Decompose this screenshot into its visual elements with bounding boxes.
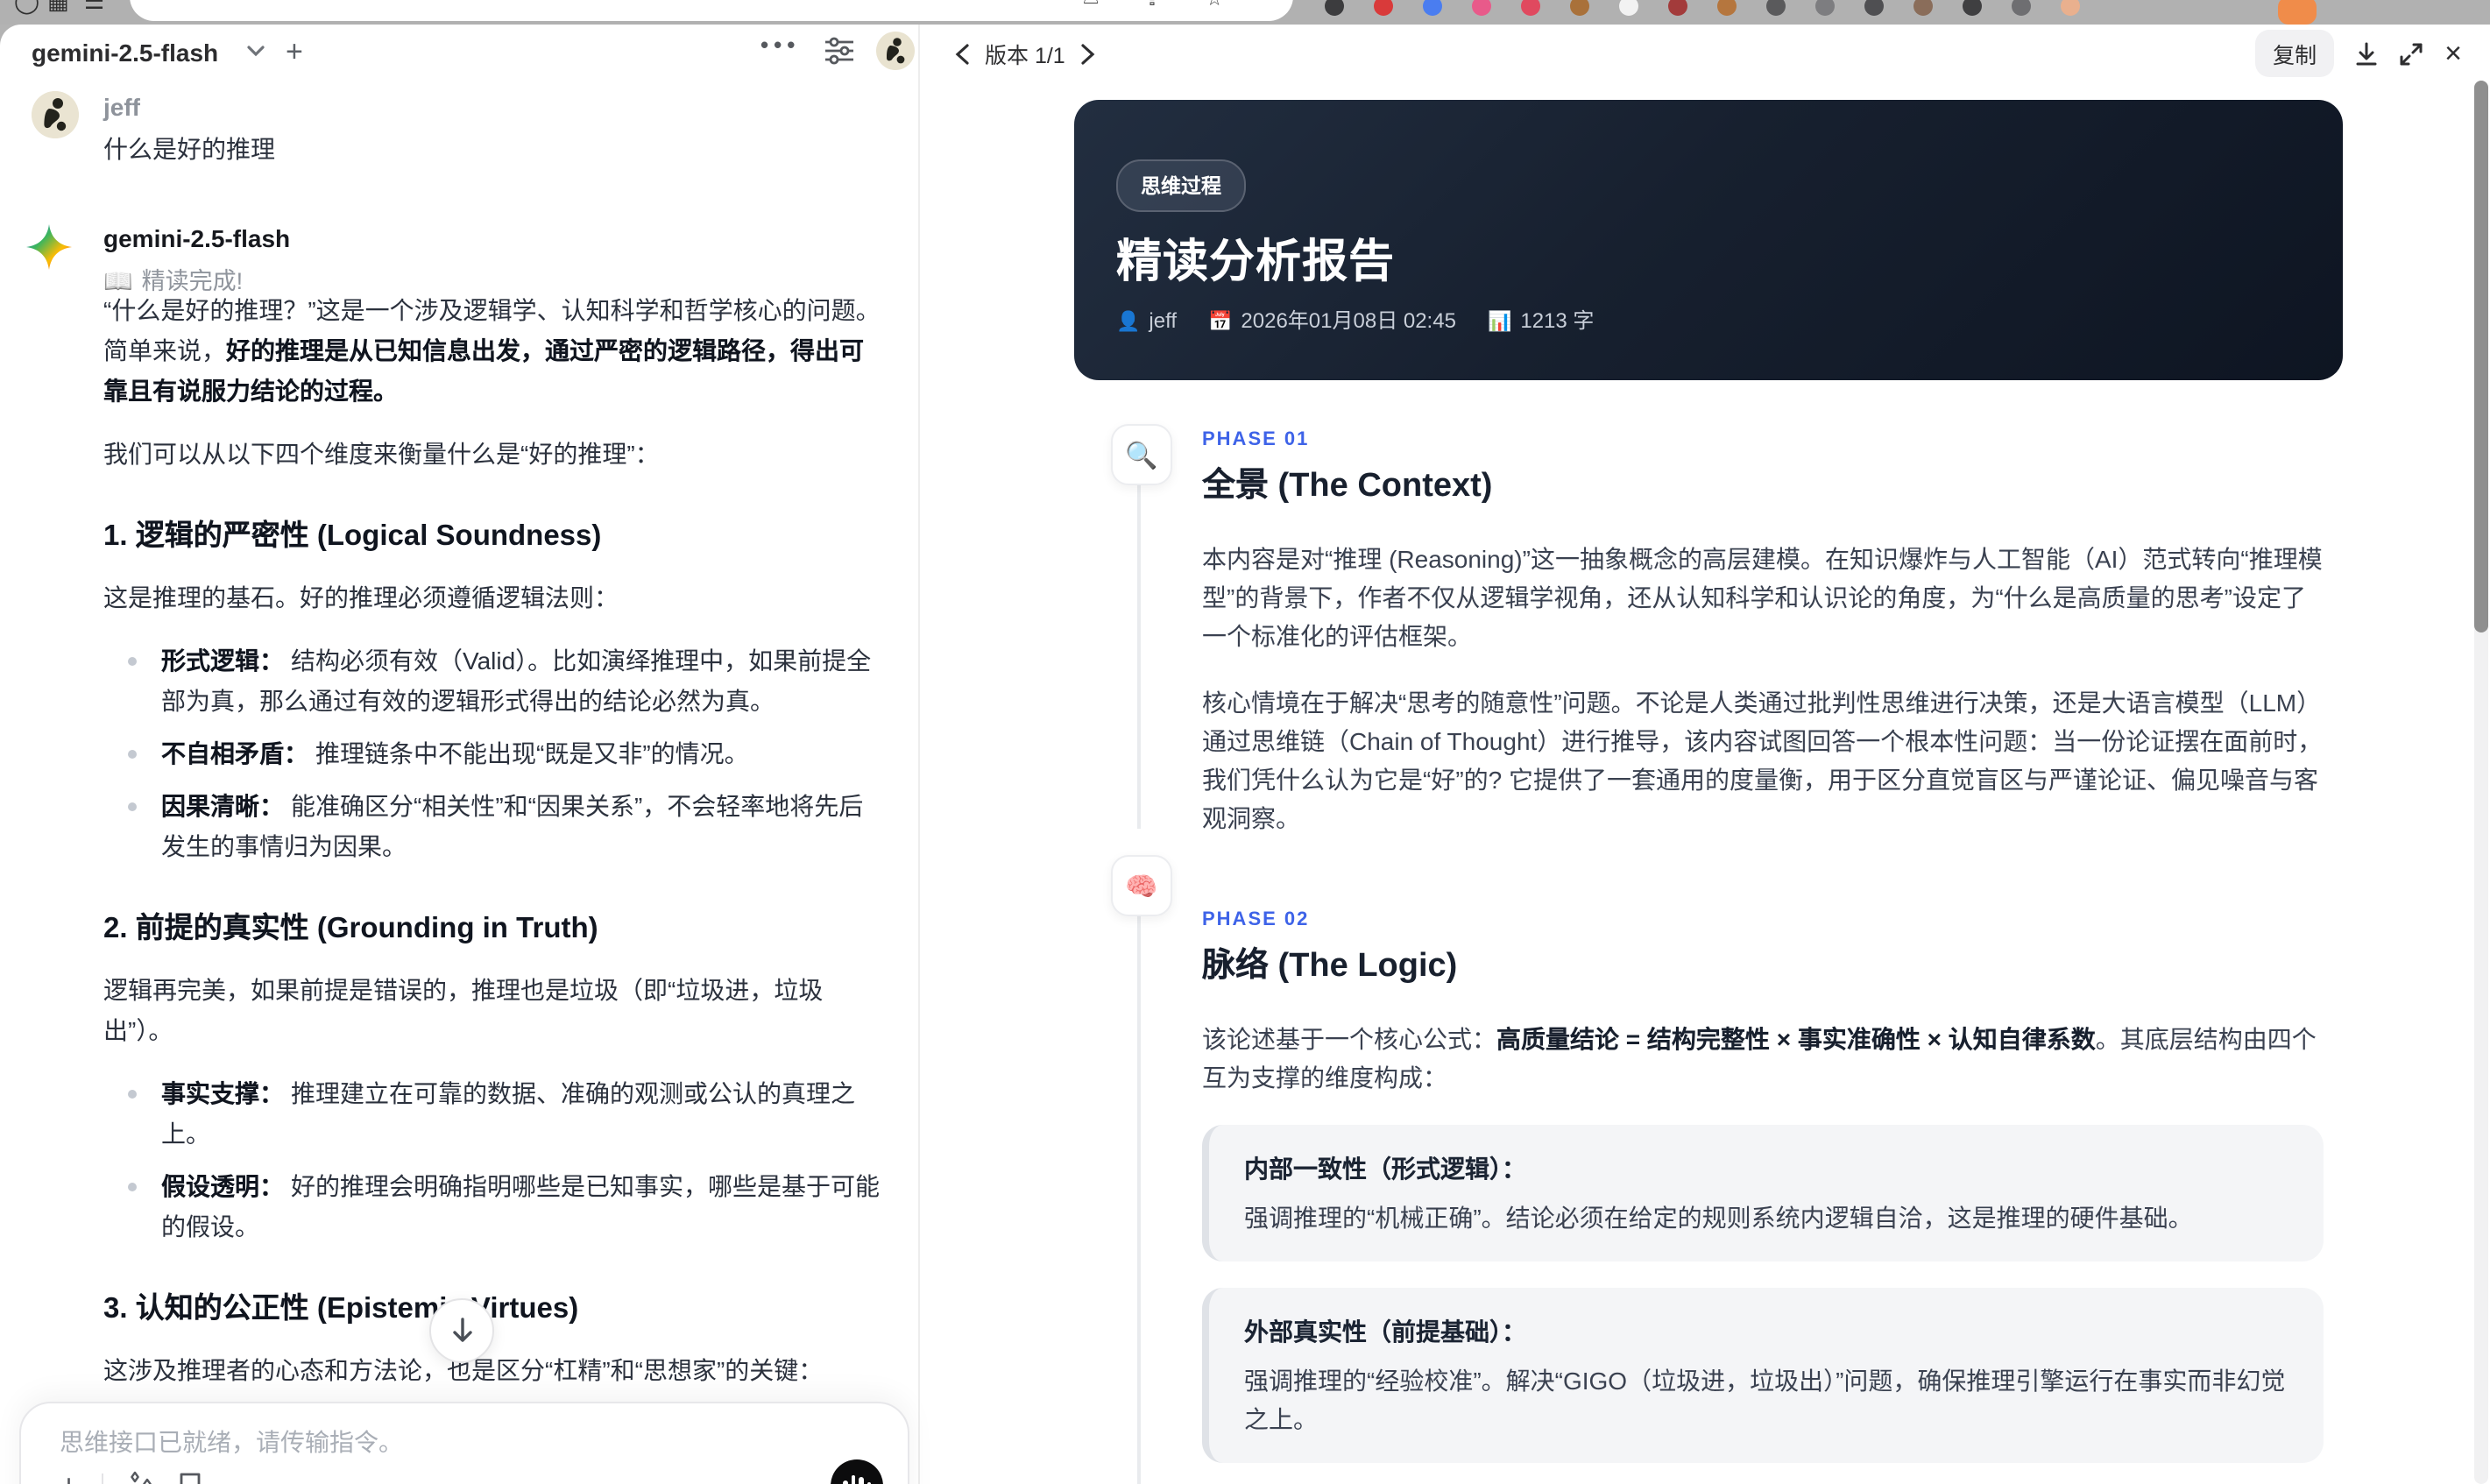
attach-plus-button[interactable]: +	[60, 1469, 78, 1484]
phase-2-formula: 该论述基于一个核心公式：高质量结论 = 结构完整性 × 事实准确性 × 认知自律…	[1202, 1025, 2317, 1092]
report-hero-card: 思维过程 精读分析报告 👤 jeff 📅 2026年01月08日 02:45 📊 12…	[1074, 100, 2343, 380]
model-selector[interactable]: gemini-2.5-flash	[32, 39, 218, 67]
voice-input-button[interactable]	[831, 1459, 883, 1484]
address-bar[interactable]: ⌓ ⇪ ☆	[130, 0, 1293, 21]
list-item: 因果清晰： 能准确区分“相关性”和“因果关系”，不会轻率地将先后发生的事情归为因果…	[103, 787, 887, 867]
phase-2-header: PHASE 02 脉络 (The Logic)	[1202, 901, 2324, 986]
section-title-3: 3. 认知的公正性 (Epistemic Virtues)	[103, 1293, 579, 1325]
phase-1-paragraph: 本内容是对“推理 (Reasoning)”这一抽象概念的高层建模。在知识爆炸与人…	[1202, 545, 2323, 650]
wordcount-icon: 📊	[1487, 312, 1512, 333]
list-item: 假设透明： 好的推理会明确指明哪些是已知事实，哪些是基于可能的假设。	[103, 1167, 887, 1247]
browser-extension-icon[interactable]	[1374, 0, 1393, 16]
chevron-left-icon[interactable]	[955, 43, 969, 64]
browser-extension-icon[interactable]	[1668, 0, 1687, 16]
phase-1-paragraph: 核心情境在于解决“思考的随意性”问题。不论是人类通过批判性思维进行决策，还是大语…	[1202, 689, 2323, 832]
list-item: 事实支撑： 推理建立在可靠的数据、准确的观测或公认的真理之上。	[103, 1074, 887, 1155]
author-icon: 👤	[1116, 311, 1141, 332]
assistant-message-body: “什么是好的推理？”这是一个涉及逻辑学、认知科学和哲学核心的问题。简单来说，好的…	[103, 291, 887, 1484]
scrollbar-thumb[interactable]	[2474, 81, 2488, 632]
intro-paragraph: “什么是好的推理？”这是一个涉及逻辑学、认知科学和哲学核心的问题。简单来说，好的…	[103, 296, 881, 405]
more-options-icon[interactable]: •••	[760, 32, 800, 58]
browser-tabgrid-icon[interactable]: ▦	[47, 0, 69, 16]
thinking-process-badge: 思维过程	[1116, 159, 1246, 212]
browser-extension-icon[interactable]	[1423, 0, 1442, 16]
section-lead-3: 这涉及推理者的心态和方法论，也是区分“杠精”和“思想家”的关键：	[103, 1356, 824, 1384]
user-avatar	[32, 91, 79, 138]
dimension-card: 外部真实性（前提基础）： 强调推理的“经验校准”。解决“GIGO（垃圾进，垃圾出…	[1202, 1288, 2324, 1463]
browser-menu-icon[interactable]: ☰	[84, 0, 104, 16]
report-meta: 👤 jeff 📅 2026年01月08日 02:45 📊 1213 字	[1116, 305, 1594, 335]
chevron-right-icon[interactable]	[1081, 43, 1095, 64]
extension-icons[interactable]	[1325, 0, 2317, 25]
user-message-text: 什么是好的推理	[103, 135, 275, 163]
brain-icon: 🧠	[1111, 855, 1172, 916]
report-wordcount: 1213 字	[1520, 308, 1595, 333]
fullscreen-icon[interactable]	[2399, 41, 2423, 66]
browser-extension-icon[interactable]	[1472, 0, 1491, 16]
tools-sparkle-icon[interactable]	[125, 1470, 155, 1484]
browser-extension-icon[interactable]	[1864, 0, 1884, 16]
intro-paragraph-2: 我们可以从以下四个维度来衡量什么是“好的推理”：	[103, 440, 660, 468]
browser-reload-icon[interactable]: ◯	[14, 0, 39, 16]
bookmark-star-icon[interactable]: ☆	[1206, 0, 1223, 11]
chat-message-list[interactable]: jeff 什么是好的推理 gemini-2.5-flash 📖 精读完成! “什么…	[0, 77, 918, 1484]
report-title: 精读分析报告	[1116, 235, 1396, 287]
section-title-2: 2. 前提的真实性 (Grounding in Truth)	[103, 913, 598, 944]
user-name: jeff	[103, 93, 140, 121]
browser-extension-icon[interactable]	[1963, 0, 1982, 16]
close-icon[interactable]: ×	[2444, 38, 2462, 67]
composer-input[interactable]: 思维接口已就绪，请传输指令。	[60, 1424, 403, 1459]
browser-extension-icon[interactable]	[1619, 0, 1638, 16]
assistant-name: gemini-2.5-flash	[103, 224, 291, 252]
browser-extension-icon[interactable]	[2012, 0, 2031, 16]
browser-extension-icon[interactable]	[1717, 0, 1737, 16]
reading-mode-icon[interactable]: ⌓	[1083, 0, 1098, 11]
report-date: 2026年01月08日 02:45	[1241, 308, 1456, 333]
version-nav: 版本 1/1	[955, 37, 1095, 70]
bookmark-icon[interactable]	[178, 1471, 201, 1484]
phase-1-title: 全景 (The Context)	[1202, 468, 1493, 505]
section-lead-1: 这是推理的基石。好的推理必须遵循逻辑法则：	[103, 583, 619, 611]
copy-button[interactable]: 复制	[2255, 30, 2335, 77]
section-lead-2: 逻辑再完美，如果前提是错误的，推理也是垃圾（即“垃圾进，垃圾出”）。	[103, 976, 824, 1044]
arrow-down-icon	[452, 1318, 471, 1342]
dimension-card: 内部一致性（形式逻辑）： 强调推理的“机械正确”。结论必须在给定的规则系统内逻辑…	[1202, 1125, 2324, 1261]
chevron-down-icon[interactable]	[247, 46, 265, 58]
gemini-star-icon	[26, 224, 72, 270]
browser-extension-icon[interactable]	[1570, 0, 1589, 16]
browser-extension-icon[interactable]	[1325, 0, 1344, 16]
divider	[101, 1473, 103, 1484]
browser-extension-icon[interactable]	[2061, 0, 2080, 16]
composer[interactable]: 思维接口已就绪，请传输指令。 +	[19, 1402, 909, 1484]
calendar-icon: 📅	[1208, 312, 1233, 333]
settings-sliders-icon[interactable]	[824, 37, 855, 65]
magnifier-icon: 🔍	[1111, 424, 1172, 485]
browser-extension-icon[interactable]	[1766, 0, 1786, 16]
phase-2-label: PHASE 02	[1202, 909, 1310, 930]
phase-1-header: PHASE 01 全景 (The Context)	[1202, 420, 2324, 506]
scroll-to-bottom-button[interactable]	[429, 1298, 494, 1363]
phase-1-label: PHASE 01	[1202, 429, 1310, 450]
download-icon[interactable]	[2355, 41, 2378, 66]
list-item: 形式逻辑： 结构必须有效（Valid）。比如演绎推理中，如果前提全部为真，那么通过…	[103, 641, 887, 722]
artifact-viewer: 版本 1/1 复制 × 思维过程 精读分析报告 👤 jeff 📅 2026年01月0…	[920, 25, 2490, 1484]
browser-extension-icon[interactable]	[2278, 0, 2317, 25]
browser-extension-icon[interactable]	[1815, 0, 1835, 16]
browser-toolbar: ◯ ▦ ☰ ⌓ ⇪ ☆	[0, 0, 2490, 25]
screen: ◯ ▦ ☰ ⌓ ⇪ ☆ gemini-2.5-flash + •••	[0, 0, 2490, 1484]
phase-2-title: 脉络 (The Logic)	[1202, 948, 1458, 985]
browser-extension-icon[interactable]	[1913, 0, 1933, 16]
account-avatar[interactable]	[876, 32, 915, 70]
chat-header: gemini-2.5-flash + •••	[0, 32, 918, 81]
section-title-1: 1. 逻辑的严密性 (Logical Soundness)	[103, 520, 602, 552]
list-item: 不自相矛盾： 推理链条中不能出现“既是又非”的情况。	[103, 734, 887, 774]
report-author: jeff	[1149, 307, 1177, 332]
share-icon[interactable]: ⇪	[1144, 0, 1160, 11]
version-label: 版本 1/1	[985, 44, 1065, 68]
browser-extension-icon[interactable]	[1521, 0, 1540, 16]
report-body: PHASE 01 全景 (The Context) 本内容是对“推理 (Reas…	[1202, 420, 2324, 1484]
new-chat-button[interactable]: +	[286, 35, 303, 70]
timeline-connector	[1137, 484, 1141, 829]
timeline-connector	[1137, 915, 1141, 1484]
